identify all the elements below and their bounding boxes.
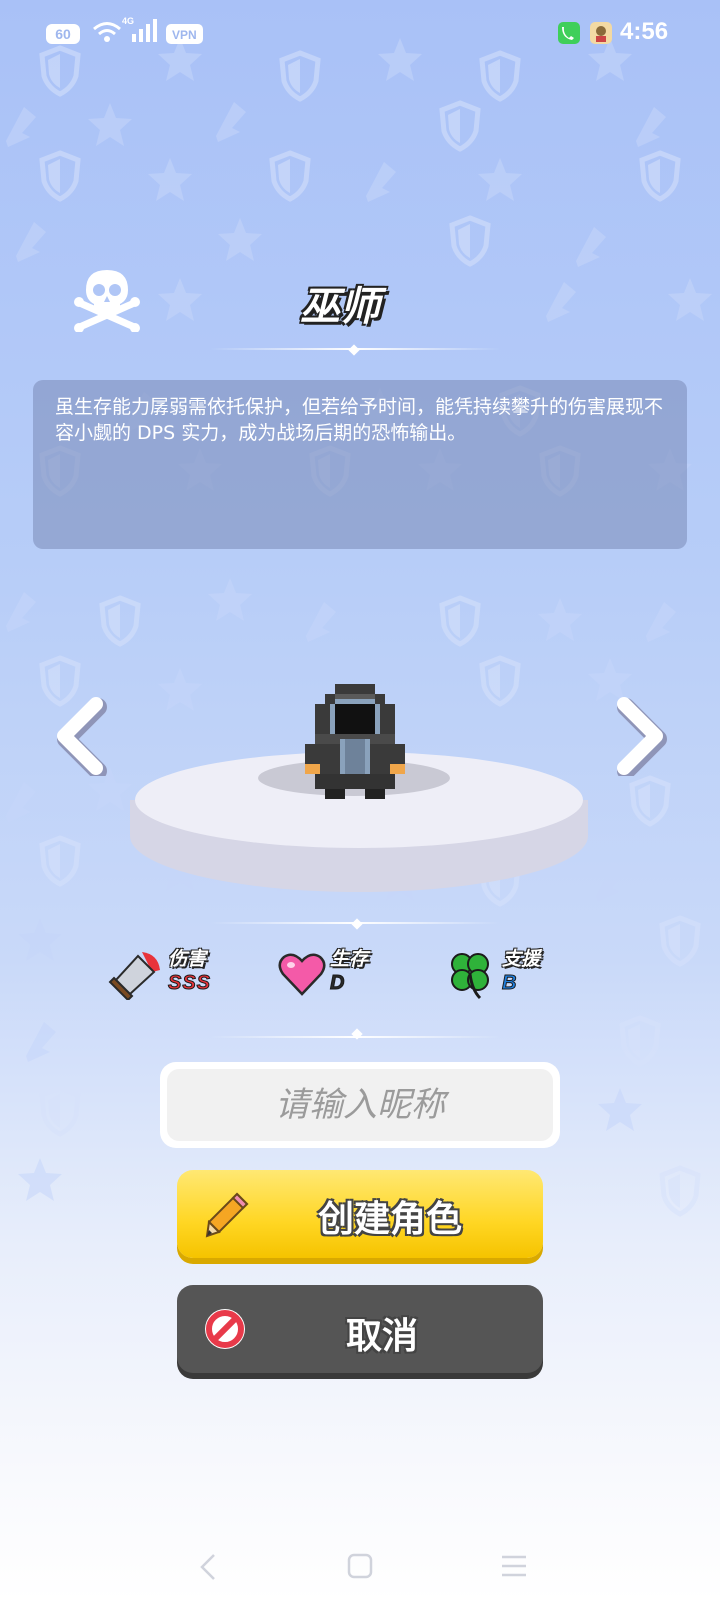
clover-icon [451,953,489,1000]
system-nav-bar [0,1540,720,1601]
phone-app-icon [558,22,580,44]
back-icon[interactable] [198,1552,218,1582]
stat-grade: B [501,972,518,995]
stat-label: 支援 [502,948,541,970]
clock: 4:56 [620,18,669,45]
create-character-button[interactable]: 创建角色 [177,1170,543,1258]
skull-crossbones-icon [74,270,140,332]
stat-damage: 伤害 SSS [108,948,238,1010]
stat-label: 伤害 [168,948,207,970]
character-name: 巫师 [300,284,380,330]
recents-menu-icon[interactable] [500,1552,528,1580]
cancel-button[interactable]: 取消 [177,1285,543,1373]
game-app-icon [590,22,612,44]
stat-grade: SSS [167,972,212,995]
next-character-arrow-icon[interactable] [612,696,668,776]
status-bar: 60 4G VPN 4:56 [0,0,720,66]
previous-character-arrow-icon[interactable] [52,696,108,776]
nickname-input[interactable] [167,1069,553,1141]
heart-icon [278,953,326,996]
signal-icon [132,19,157,42]
stat-grade: D [329,972,346,995]
stats-top-divider-tick [351,918,363,930]
stat-support: 支援 B [446,948,576,1010]
sword-icon [108,952,160,1000]
wifi-icon [93,22,121,42]
home-icon[interactable] [346,1552,374,1580]
create-character-label: 创建角色 [317,1199,462,1240]
title-divider-tick [348,344,360,356]
stat-label: 生存 [330,948,369,970]
vpn-badge: VPN [166,24,203,44]
nickname-field-frame [160,1062,560,1148]
refresh-rate-badge: 60 [46,24,80,44]
wizard-character-sprite [305,684,405,799]
background-pattern [6,38,712,1240]
stat-survival: 生存 D [278,948,398,1010]
character-description: 虽生存能力孱弱需依托保护，但若给予时间，能凭持续攀升的伤害展现不容小觑的 DPS… [33,380,687,549]
cancel-label: 取消 [345,1316,418,1357]
